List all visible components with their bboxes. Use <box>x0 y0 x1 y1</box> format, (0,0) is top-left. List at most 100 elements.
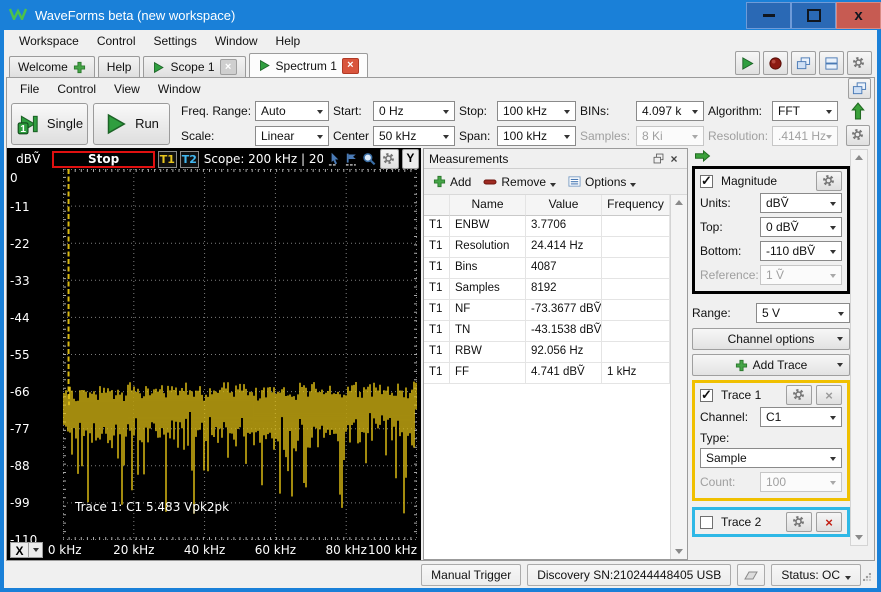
maximize-button[interactable] <box>791 2 836 29</box>
undock-button[interactable] <box>848 78 871 99</box>
plot-stop-button[interactable]: Stop <box>52 151 154 168</box>
move-up-icon[interactable] <box>851 102 865 120</box>
channel-select[interactable]: C1 <box>760 407 842 427</box>
tab-scope-1[interactable]: Scope 1 × <box>143 56 245 77</box>
instrument-menu-window[interactable]: Window <box>149 79 210 99</box>
measurements-scrollbar[interactable] <box>670 195 687 559</box>
algorithm-select[interactable]: FFT <box>772 101 838 121</box>
instrument-menu-control[interactable]: Control <box>48 79 105 99</box>
gear-icon <box>792 515 807 530</box>
run-button[interactable]: Run <box>93 103 170 145</box>
marker-tool-icon[interactable] <box>345 151 359 167</box>
instrument-menu-view[interactable]: View <box>105 79 149 99</box>
add-measurement-button[interactable]: Add <box>428 173 476 191</box>
cascade-windows-button[interactable] <box>791 51 816 75</box>
cursor-tool-icon[interactable] <box>328 151 342 167</box>
scale-select[interactable]: Linear <box>255 126 329 146</box>
scroll-up-icon[interactable] <box>852 150 866 165</box>
menu-settings[interactable]: Settings <box>145 31 206 51</box>
channel-options-button[interactable]: Channel options <box>692 328 850 350</box>
table-row[interactable]: T1RBW92.056 Hz <box>424 342 670 363</box>
minimize-button[interactable] <box>746 2 791 29</box>
range-select[interactable]: 5 V <box>756 303 850 323</box>
global-run-button[interactable] <box>735 51 760 75</box>
instrument-menu-file[interactable]: File <box>11 79 48 99</box>
bins-select[interactable]: 4.097 k <box>636 101 704 121</box>
table-cell: T1 <box>424 216 450 237</box>
scroll-down-icon[interactable] <box>852 530 866 545</box>
trace1-delete-button[interactable]: × <box>816 385 842 405</box>
table-cell <box>602 216 670 237</box>
menu-help[interactable]: Help <box>267 31 310 51</box>
tab-spectrum-1[interactable]: Spectrum 1 × <box>249 53 368 77</box>
trace1-gear-button[interactable] <box>786 385 812 405</box>
zoom-tool-icon[interactable] <box>362 151 376 167</box>
remove-measurement-button[interactable]: Remove <box>478 173 561 191</box>
chevron-down-icon <box>29 542 43 558</box>
x-axis-ticks: 0 kHz20 kHz40 kHz60 kHz80 kHz100 kHz <box>63 540 417 560</box>
global-stop-button[interactable] <box>763 51 788 75</box>
span-select[interactable]: 100 kHz <box>497 126 576 146</box>
workspace-settings-button[interactable] <box>847 51 872 75</box>
plot-settings-button[interactable] <box>380 149 399 169</box>
table-row[interactable]: T1Resolution24.414 Hz <box>424 237 670 258</box>
device-icon-button[interactable] <box>737 564 765 586</box>
device-button[interactable]: Discovery SN:210244448405 USB <box>527 564 731 586</box>
y-axis-button[interactable]: Y <box>402 149 419 169</box>
table-row[interactable]: T1Bins4087 <box>424 258 670 279</box>
tab-welcome[interactable]: Welcome <box>9 56 95 77</box>
tab-help[interactable]: Help <box>98 56 141 77</box>
chevron-down-icon[interactable] <box>550 183 556 187</box>
center-select[interactable]: 50 kHz <box>373 126 455 146</box>
add-trace-button[interactable]: Add Trace <box>692 354 850 376</box>
table-cell: TN <box>450 321 526 342</box>
x-axis-button[interactable]: X <box>10 542 43 558</box>
statusbar: Manual Trigger Discovery SN:210244448405… <box>4 561 877 588</box>
menu-window[interactable]: Window <box>206 31 267 51</box>
status-dropdown[interactable]: Status: OC <box>771 564 861 586</box>
close-panel-icon[interactable]: × <box>666 152 682 166</box>
trace1-toggle[interactable]: T1 <box>158 151 177 168</box>
measurements-title: Measurements <box>429 152 508 166</box>
add-instrument-icon[interactable] <box>73 61 86 74</box>
start-select[interactable]: 0 Hz <box>373 101 455 121</box>
type-select[interactable]: Sample <box>700 448 842 468</box>
trace2-checkbox[interactable] <box>700 516 713 529</box>
trace2-gear-button[interactable] <box>786 512 812 532</box>
magnitude-gear-button[interactable] <box>816 171 842 191</box>
table-row[interactable]: T1Samples8192 <box>424 279 670 300</box>
scroll-down-icon[interactable] <box>672 544 686 559</box>
type-label: Type: <box>700 431 729 445</box>
manual-trigger-button[interactable]: Manual Trigger <box>421 564 521 586</box>
y-axis-ticks: 0-11-22-33-44-55-66-77-88-99-110 <box>7 169 63 540</box>
resize-grip[interactable] <box>863 573 871 581</box>
measurement-options-button[interactable]: Options <box>563 173 641 191</box>
table-row[interactable]: T1NF-73.3677 dBṼ <box>424 300 670 321</box>
close-tab-icon[interactable]: × <box>342 58 359 74</box>
settings-scrollbar[interactable] <box>850 149 868 546</box>
units-select[interactable]: dBṼ <box>760 193 842 213</box>
stop-select[interactable]: 100 kHz <box>497 101 576 121</box>
toolbar-gear-button[interactable] <box>846 125 870 146</box>
close-tab-icon[interactable]: × <box>220 59 237 75</box>
scroll-up-icon[interactable] <box>672 195 686 210</box>
table-row[interactable]: T1TN-43.1538 dBṼ <box>424 321 670 342</box>
freq-range-select[interactable]: Auto <box>255 101 329 121</box>
chevron-down-icon[interactable] <box>630 183 636 187</box>
trace2-delete-button[interactable]: × <box>816 512 842 532</box>
bottom-select[interactable]: -110 dBṼ <box>760 241 842 261</box>
split-view-button[interactable] <box>819 51 844 75</box>
table-row[interactable]: T1ENBW3.7706 <box>424 216 670 237</box>
trace1-checkbox[interactable] <box>700 389 713 402</box>
top-select[interactable]: 0 dBṼ <box>760 217 842 237</box>
single-button[interactable]: 1 Single <box>11 103 88 145</box>
menu-workspace[interactable]: Workspace <box>10 31 88 51</box>
float-panel-icon[interactable] <box>650 152 666 166</box>
magnitude-checkbox[interactable] <box>700 175 713 188</box>
table-cell: Samples <box>450 279 526 300</box>
close-button[interactable]: x <box>836 2 881 29</box>
menu-control[interactable]: Control <box>88 31 145 51</box>
table-row[interactable]: T1FF4.741 dBṼ1 kHz <box>424 363 670 384</box>
spectrum-chart[interactable]: Trace 1: C1 5.483 Vpk2pk <box>63 169 417 540</box>
trace2-toggle[interactable]: T2 <box>180 151 199 168</box>
